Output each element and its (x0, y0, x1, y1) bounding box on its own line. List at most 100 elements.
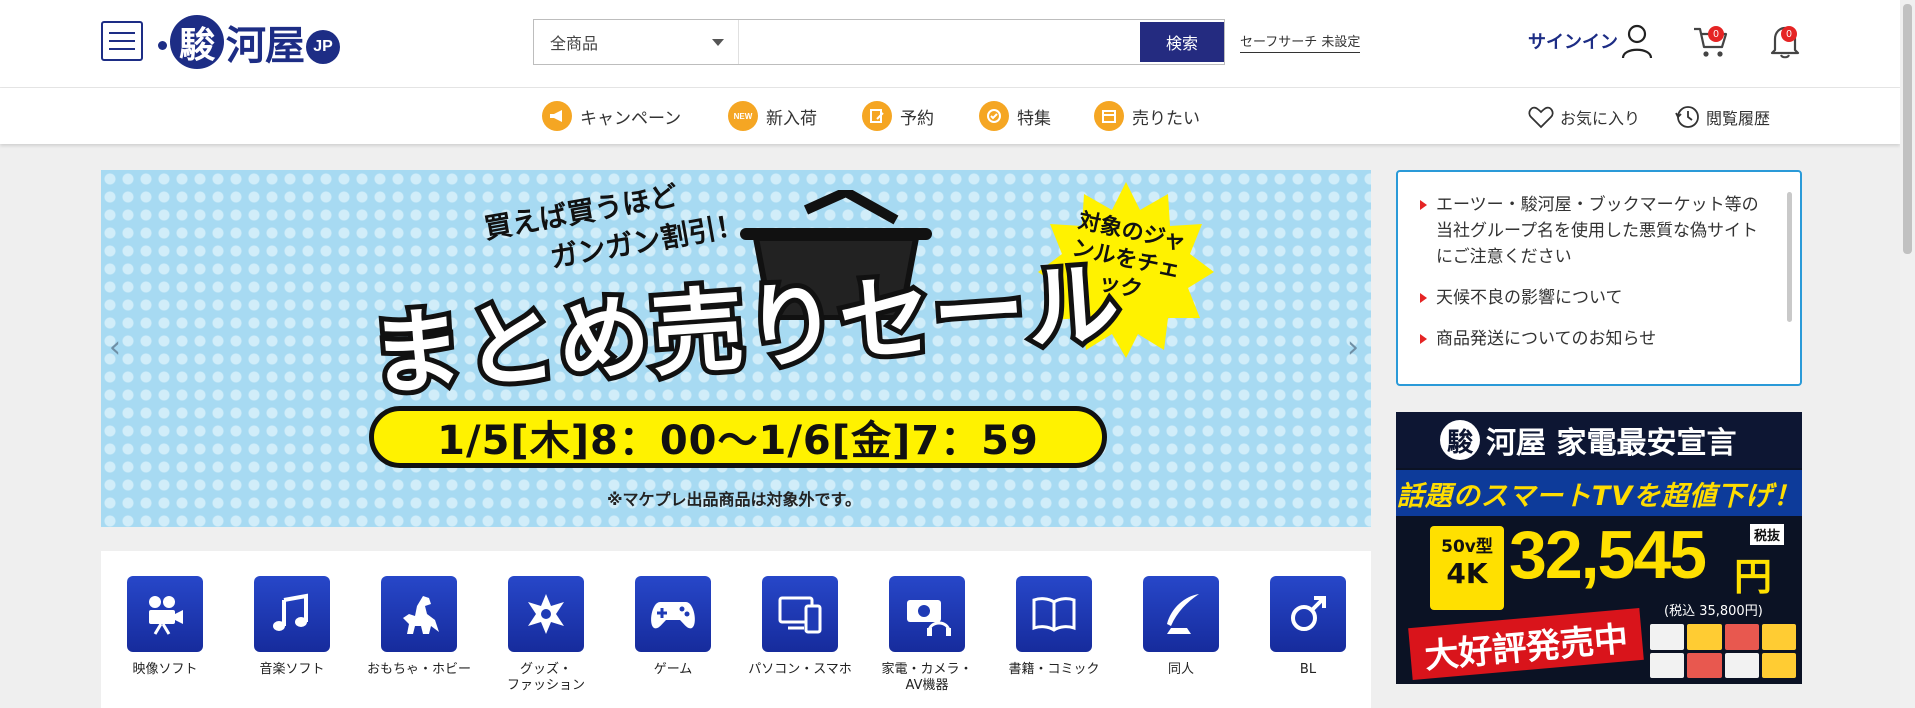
category-label: 映像ソフト (132, 662, 198, 677)
badge-star-icon (508, 576, 584, 652)
logo-jp-badge: JP (306, 30, 340, 64)
new-icon: NEW (728, 101, 758, 131)
category-doujin[interactable]: 同人 (1121, 576, 1241, 678)
site-header: 駿 河屋 JP 全商品 検索 セーフサーチ 未設定 サインイン 0 0 (0, 0, 1900, 88)
category-games[interactable]: ゲーム (613, 576, 733, 678)
ad-app-thumbnails (1650, 624, 1796, 678)
cart-count-badge: 0 (1708, 26, 1724, 42)
category-label: ゲーム (653, 662, 693, 677)
signin-link[interactable]: サインイン (1528, 28, 1618, 54)
banner-note: ※マケプレ出品商品は対象外です。 (607, 490, 861, 509)
history-label: 閲覧履歴 (1706, 109, 1771, 128)
logo-text: 河屋 (226, 22, 305, 69)
notice-item[interactable]: 天候不良の影響について (1420, 285, 1770, 311)
ad-tax-label: 税抜 (1750, 524, 1785, 545)
ad-size-small: 50v型 (1441, 537, 1493, 557)
gamepad-icon (635, 576, 711, 652)
ad-size-badge: 50v型 4K (1430, 526, 1504, 610)
ad-price: 32,545 (1509, 517, 1707, 593)
quill-pen-icon (1143, 576, 1219, 652)
nav-label: 予約 (900, 108, 934, 129)
category-label: 家電・カメラ・ AV機器 (881, 662, 973, 693)
favorites-label: お気に入り (1560, 109, 1641, 128)
banner-prev-button[interactable]: ‹ (109, 330, 121, 365)
category-label: パソコン・スマホ (748, 662, 852, 677)
history-clock-icon (1675, 106, 1699, 128)
camera-headphones-icon (889, 576, 965, 652)
nav-item-feature[interactable]: 特集 (979, 101, 1051, 131)
main-nav: キャンペーン NEW 新入荷 予約 特集 売りたい お気に入り 閲覧履歴 (0, 88, 1900, 144)
nav-label: 売りたい (1132, 108, 1200, 129)
app-thumbnail (1650, 624, 1685, 650)
heart-icon (1528, 106, 1554, 129)
app-thumbnail (1687, 652, 1722, 678)
search-button[interactable]: 検索 (1140, 22, 1224, 62)
ad-headline: 話題のスマートTVを超値下げ！ (1396, 470, 1802, 516)
ad-size-big: 4K (1446, 557, 1488, 590)
safesearch-link[interactable]: セーフサーチ 未設定 (1240, 31, 1361, 53)
category-label: 音楽ソフト (259, 662, 325, 677)
category-music[interactable]: 音楽ソフト (232, 576, 352, 678)
devices-icon (762, 576, 838, 652)
app-thumbnail (1650, 652, 1685, 678)
app-thumbnail (1724, 652, 1759, 678)
search-input[interactable] (740, 20, 1140, 64)
notice-item[interactable]: 商品発送についてのお知らせ (1420, 326, 1770, 352)
scrollbar-thumb[interactable] (1903, 4, 1912, 254)
user-icon[interactable] (1621, 23, 1653, 59)
app-thumbnail (1761, 624, 1796, 650)
nav-item-reserve[interactable]: 予約 (862, 101, 934, 131)
nav-item-sell[interactable]: 売りたい (1094, 101, 1200, 131)
category-pc[interactable]: パソコン・スマホ (740, 576, 860, 678)
menu-button[interactable] (101, 21, 143, 61)
category-label: 同人 (1167, 662, 1194, 677)
hamburger-line (109, 40, 135, 42)
app-thumbnail (1687, 624, 1722, 650)
nav-label: 新入荷 (766, 108, 817, 129)
favorites-link[interactable]: お気に入り (1528, 102, 1640, 132)
page: 駿 河屋 JP 全商品 検索 セーフサーチ 未設定 サインイン 0 0 キャンペ… (0, 0, 1915, 708)
category-video[interactable]: 映像ソフト (105, 576, 225, 678)
ad-tax-included: (税込 35,800円) (1664, 604, 1763, 619)
app-thumbnail (1724, 624, 1759, 650)
notice-item[interactable]: エーツー・駿河屋・ブックマーケット等の当社グループ名を使用した悪質な偽サイトにご… (1420, 192, 1770, 270)
banner-date: 1/5[木]8：00～1/6[金]7：59 (369, 406, 1107, 468)
ad-price-unit: 円 (1734, 555, 1773, 599)
site-logo[interactable]: 駿 河屋 JP (158, 10, 368, 74)
reserve-icon (862, 101, 892, 131)
appliance-ad-banner[interactable]: 駿 河屋 家電最安宣言 話題のスマートTVを超値下げ！ 50v型 4K 32,5… (1396, 412, 1802, 684)
history-link[interactable]: 閲覧履歴 (1674, 102, 1770, 132)
notice-box: エーツー・駿河屋・ブックマーケット等の当社グループ名を使用した悪質な偽サイトにご… (1396, 170, 1802, 386)
ad-sale-banner: 大好評発売中 (1408, 607, 1644, 681)
search-bar: 全商品 検索 (533, 19, 1225, 65)
search-category-select[interactable]: 全商品 (534, 20, 739, 64)
ad-logo-mark: 駿 (1440, 420, 1480, 460)
category-bl[interactable]: BL (1248, 576, 1368, 678)
page-scrollbar[interactable] (1900, 0, 1915, 708)
category-label: BL (1299, 662, 1317, 677)
hero-banner[interactable]: 対象のジャンルをチェック 買えば買うほど ガンガン割引！ まとめ売りセール 1/… (101, 170, 1371, 527)
logo-dot (158, 40, 167, 50)
open-book-icon (1016, 576, 1092, 652)
nav-item-campaign[interactable]: キャンペーン (542, 101, 681, 131)
category-appliances[interactable]: 家電・カメラ・ AV機器 (867, 576, 987, 694)
male-symbol-icon (1270, 576, 1346, 652)
category-goods[interactable]: グッズ・ ファッション (486, 576, 606, 694)
app-thumbnail (1761, 652, 1796, 678)
category-label: グッズ・ ファッション (506, 662, 585, 693)
music-note-icon (254, 576, 330, 652)
category-label: おもちゃ・ホビー (366, 662, 471, 677)
ad-brand: 河屋 家電最安宣言 (1486, 426, 1737, 461)
notice-list: エーツー・駿河屋・ブックマーケット等の当社グループ名を使用した悪質な偽サイトにご… (1398, 172, 1800, 352)
megaphone-icon (542, 101, 572, 131)
nav-label: 特集 (1017, 108, 1051, 129)
nav-item-new-arrivals[interactable]: NEW 新入荷 (728, 101, 817, 131)
movie-camera-icon (127, 576, 203, 652)
banner-next-button[interactable]: › (1347, 330, 1359, 365)
chevron-down-icon (712, 39, 724, 46)
category-toys[interactable]: おもちゃ・ホビー (359, 576, 479, 678)
category-books[interactable]: 書籍・コミック (994, 576, 1114, 678)
notice-scrollbar[interactable] (1787, 192, 1792, 322)
notification-count-badge: 0 (1781, 26, 1797, 42)
hamburger-line (109, 48, 135, 50)
